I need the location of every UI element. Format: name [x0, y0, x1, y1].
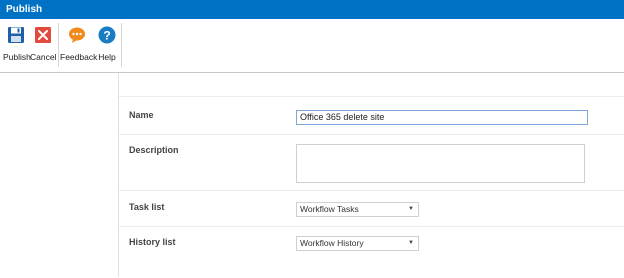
- task-list-value: Workflow Tasks: [300, 204, 359, 214]
- form-header-strip: [119, 73, 624, 95]
- cancel-button[interactable]: Cancel: [30, 25, 56, 62]
- task-list-label: Task list: [129, 202, 165, 212]
- window-title: Publish: [0, 0, 624, 19]
- feedback-label: Feedback: [60, 52, 98, 62]
- feedback-button[interactable]: Feedback: [60, 25, 98, 62]
- description-textarea[interactable]: [296, 144, 585, 183]
- history-list-row: History list Workflow History ▼: [119, 226, 624, 278]
- help-button[interactable]: ? Help: [96, 25, 118, 62]
- description-label: Description: [129, 145, 179, 155]
- task-list-select[interactable]: Workflow Tasks ▼: [296, 202, 419, 217]
- chevron-down-icon: ▼: [408, 240, 414, 246]
- toolbar-divider: [58, 23, 59, 67]
- save-disk-icon: [8, 27, 24, 43]
- name-input[interactable]: Office 365 delete site: [296, 110, 588, 125]
- history-list-select[interactable]: Workflow History ▼: [296, 236, 419, 251]
- speech-bubble-icon: [69, 27, 85, 43]
- name-row: Name Office 365 delete site: [119, 96, 624, 134]
- task-list-row: Task list Workflow Tasks ▼: [119, 190, 624, 226]
- history-list-value: Workflow History: [300, 238, 364, 248]
- history-list-label: History list: [129, 237, 176, 247]
- close-icon: [35, 27, 51, 43]
- help-icon: ?: [98, 26, 116, 44]
- cancel-label: Cancel: [30, 52, 57, 62]
- publish-button[interactable]: Publish: [3, 25, 31, 62]
- svg-text:?: ?: [103, 29, 110, 43]
- name-label: Name: [129, 110, 154, 120]
- publish-label: Publish: [3, 52, 31, 62]
- help-label: Help: [98, 52, 116, 62]
- left-pane: [0, 73, 119, 277]
- ribbon-toolbar: Publish Cancel Feedback ? Help: [0, 19, 624, 73]
- chevron-down-icon: ▼: [408, 206, 414, 212]
- description-row: Description: [119, 134, 624, 190]
- toolbar-divider: [121, 23, 122, 67]
